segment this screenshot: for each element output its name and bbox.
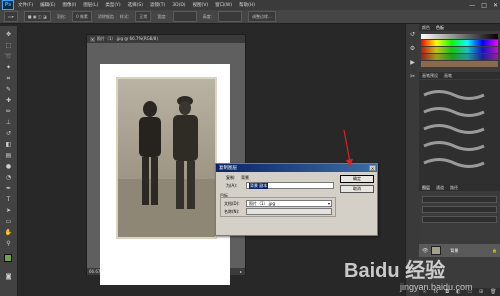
width-label: 宽度: [157,13,167,19]
tab-channels[interactable]: 通道 [436,185,444,191]
brush-tabs: 画笔预设 画笔 [419,72,500,79]
zoom-tool-icon[interactable]: ⚲ [4,239,13,248]
lock-options-bar[interactable] [422,216,497,223]
tab-paths[interactable]: 路径 [450,185,458,191]
tab-brush-presets[interactable]: 画笔预设 [422,73,438,79]
tool-presets-icon[interactable]: ✂ [408,72,417,81]
menu-file[interactable]: 文件(F) [18,2,33,8]
options-bar: ▭▾ ■ ▣ ◫ ◪ 羽化: 0 像素 消除锯齿 样式: 正常 宽度: 高度: … [0,10,500,24]
tab-layers[interactable]: 图层 [422,185,430,191]
dropdown-arrow-icon: ▾ [327,201,330,206]
annotation-arrow [343,129,353,167]
quick-mask-icon[interactable]: ◙ [4,272,13,281]
style-select[interactable]: 正常 [135,11,152,22]
marquee-tool-icon[interactable]: ▭▾ [4,11,18,22]
document-tab[interactable]: × 照片（1）.jpg @ 66.7%(RGB/8) [87,35,245,43]
layers-tabs: 图层 通道 路径 [419,184,500,191]
type-tool-icon[interactable]: T [4,195,13,204]
hand-tool-icon[interactable]: ✋ [4,228,13,237]
menu-filter[interactable]: 滤镜(T) [150,2,165,8]
magic-wand-icon[interactable]: ✦ [4,63,13,72]
feather-input[interactable]: 0 像素 [72,11,92,22]
swatch-cells [421,34,498,67]
document-select-value: 照片（1）.jpg [249,200,276,206]
ok-button[interactable]: 确定 [340,175,374,183]
tab-swatches[interactable]: 色板 [436,25,444,31]
blend-mode-select[interactable] [422,206,497,213]
height-input[interactable] [218,11,242,22]
marquee-tool-icon[interactable]: ⬚ [4,41,13,50]
path-select-icon[interactable]: ➤ [4,206,13,215]
tab-color[interactable]: 颜色 [422,25,430,31]
cancel-button[interactable]: 取消 [340,185,374,193]
swatches-tabs: 颜色 色板 [419,24,500,31]
document-tab-title: 照片（1）.jpg @ 66.7%(RGB/8) [97,36,158,41]
selection-mode-icons[interactable]: ■ ▣ ◫ ◪ [23,11,51,22]
document-label: 文档(D): [224,201,240,206]
lasso-tool-icon[interactable]: ➰ [4,52,13,61]
name-label: 名称(N): [224,209,240,214]
menu-window[interactable]: 窗口(W) [215,2,232,8]
new-document-name-input[interactable] [246,208,332,215]
actions-panel-icon[interactable]: ▶ [408,58,417,67]
foreground-color-swatch[interactable] [4,254,12,262]
menu-edit[interactable]: 编辑(E) [40,2,55,8]
watermark-url: jingyan.baidu.com [400,282,473,292]
document-select[interactable]: 照片（1）.jpg ▾ [246,200,332,207]
menu-help[interactable]: 帮助(H) [239,2,255,8]
layer-name-input[interactable]: 背景 副本 [246,182,334,189]
menu-view[interactable]: 视图(V) [193,2,209,8]
app-logo: Ps [2,0,14,10]
eyedropper-icon[interactable]: ✎ [4,85,13,94]
eraser-icon[interactable]: ◧ [4,140,13,149]
brush-tool-icon[interactable]: ✏ [4,107,13,116]
shape-tool-icon[interactable]: ▭ [4,217,13,226]
menu-3d[interactable]: 3D(D) [172,3,185,8]
dialog-close-icon[interactable]: × [369,165,376,171]
properties-panel-icon[interactable]: ⚙ [408,44,417,53]
dialog-title: 复制图层 [219,166,237,171]
dodge-tool-icon[interactable]: ◔ [4,173,13,182]
brush-strokes [423,90,485,168]
menu-bar: Ps 文件(F) 编辑(E) 图像(I) 图层(L) 类型(Y) 选择(S) 滤… [0,0,500,10]
minimize-button[interactable]: — [469,2,475,9]
copy-label: 复制: [226,175,236,180]
menu-image[interactable]: 图像(I) [62,2,76,8]
duplicate-layer-dialog: 复制图层 × 复制: 背景 为(A): 背景 副本 目标 文档(D): 照片（1… [215,163,378,236]
healing-brush-icon[interactable]: ✚ [4,96,13,105]
height-label: 高度: [202,13,212,19]
clone-stamp-icon[interactable]: ⊥ [4,118,13,127]
maximize-button[interactable]: □ [481,2,487,9]
crop-tool-icon[interactable]: ⌗ [4,74,13,83]
copy-value: 背景 [241,175,249,180]
baidu-watermark: Baidu 经验 jingyan.baidu.com [340,250,500,296]
status-arrow-icon[interactable]: ▸ [240,269,242,274]
width-input[interactable] [172,11,197,22]
layer-filter-bar[interactable] [422,196,497,203]
blur-tool-icon[interactable]: ● [4,162,13,171]
gradient-tool-icon[interactable]: ▤ [4,151,13,160]
close-document-icon[interactable]: × [90,36,95,42]
watermark-logo: Baidu 经验 [344,260,446,282]
window-controls: — □ ✕ [469,0,498,10]
tools-panel: ✥ ⬚ ➰ ✦ ⌗ ✎ ✚ ✏ ⊥ ↺ ◧ ▤ ● ◔ ✒ T ➤ ▭ ✋ ⚲ … [0,26,18,296]
as-label: 为(A): [226,183,238,188]
tab-brush[interactable]: 画笔 [444,73,452,79]
feather-label: 羽化: [56,13,67,19]
close-window-button[interactable]: ✕ [493,2,498,9]
move-tool-icon[interactable]: ✥ [4,30,13,39]
pen-tool-icon[interactable]: ✒ [4,184,13,193]
layer-name-selected-text: 背景 副本 [249,182,269,189]
refine-edge-button[interactable]: 调整边缘... [248,11,276,22]
brush-presets-list[interactable] [419,80,500,184]
menu-type[interactable]: 类型(Y) [105,2,120,8]
old-photo-image [116,77,217,239]
menu-select[interactable]: 选择(S) [128,2,143,8]
style-label: 样式: [119,13,130,19]
antialias-checkbox[interactable]: 消除锯齿 [98,14,114,20]
history-panel-icon[interactable]: ↺ [408,30,417,39]
couple-figures [118,96,215,237]
history-brush-icon[interactable]: ↺ [4,129,13,138]
menu-layer[interactable]: 图层(L) [83,2,98,8]
